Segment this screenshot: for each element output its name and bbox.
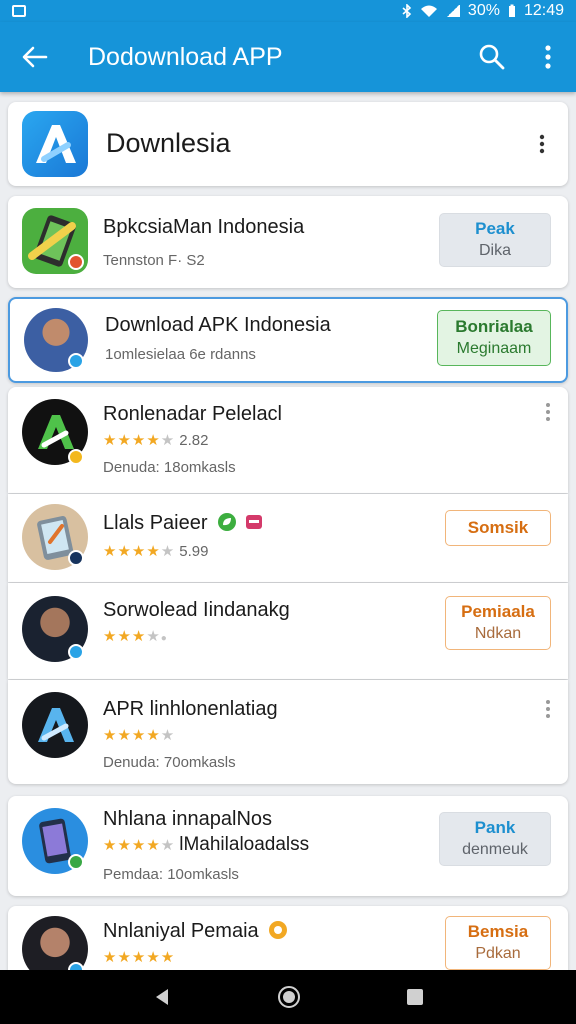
signal-icon <box>445 5 460 17</box>
rating-stars: ★★★★★ <box>103 949 176 966</box>
app-more-button[interactable] <box>536 694 560 724</box>
app-name: Llals Paieer <box>103 512 263 535</box>
app-card[interactable]: Nnlaniyal Pemaia ★★★★★ Bemsia Pdkan <box>8 906 568 982</box>
app-action-button[interactable]: Bemsia Pdkan <box>445 916 551 970</box>
app-subtitle: 1omlesielaa 6e rdanns <box>105 346 256 363</box>
app-card[interactable]: Nhlana innapalNos ★★★★★ lMahilaloadalss P… <box>8 796 568 896</box>
app-card[interactable]: BpkcsiaMan Indonesia Tennston F· S2 Peak… <box>8 196 568 288</box>
clock: 12:49 <box>523 2 564 19</box>
image-notification-icon <box>12 5 26 17</box>
app-action-button[interactable]: Pank denmeuk <box>439 812 551 866</box>
app-name: Nhlana innapalNos <box>103 808 273 830</box>
more-vert-icon <box>546 403 550 421</box>
featured-app-name: Downlesia <box>106 128 231 158</box>
rating-value: lMahilaloadalss <box>179 834 310 855</box>
more-vert-icon <box>545 45 551 69</box>
coin-badge-icon <box>269 921 288 939</box>
rating-value: 2.82 <box>179 432 209 449</box>
app-action-label: Pank <box>474 818 516 837</box>
status-bar: 30% 12:49 <box>0 0 576 22</box>
app-subtitle: Tennston F· S2 <box>103 252 205 269</box>
back-button[interactable] <box>0 22 70 92</box>
app-name: Nnlaniyal Pemaia <box>103 920 288 943</box>
app-more-button[interactable] <box>536 397 560 427</box>
app-name: Download APK Indonesia <box>105 314 331 336</box>
battery-icon <box>508 4 515 17</box>
overflow-menu-button[interactable] <box>520 22 576 92</box>
app-name: Ronlenadar Pelelacl <box>103 403 283 425</box>
app-card[interactable]: Llals Paieer ★★★★★ 5.99 Somsik <box>8 494 568 582</box>
featured-app-card[interactable]: Downlesia <box>8 102 568 186</box>
wifi-icon <box>420 5 437 17</box>
nav-home-icon[interactable] <box>277 985 301 1009</box>
verified-badge-icon <box>68 644 84 660</box>
app-subtitle: Denuda: 18omkasls <box>103 459 236 476</box>
apr-app-icon <box>22 692 88 758</box>
app-bar-title: Dodownload APP <box>88 42 283 71</box>
app-action-sublabel: Ndkan <box>474 625 522 642</box>
app-name: APR linhlonenlatiag <box>103 698 278 720</box>
app-action-label: Pemiaala <box>461 602 535 621</box>
app-action-button[interactable]: Bonrialaa Meginaam <box>437 310 551 366</box>
app-card[interactable]: APR linhlonenlatiag ★★★★★ Denuda: 70omka… <box>8 680 568 784</box>
app-action-button[interactable]: Somsik <box>445 510 551 546</box>
system-navigation-bar <box>0 970 576 1024</box>
leaf-badge-icon <box>218 513 237 531</box>
downlesia-app-icon <box>22 111 88 177</box>
status-badge-icon <box>68 449 84 465</box>
arrow-left-icon <box>22 46 48 68</box>
rating-stars: ★★★★★ lMahilaloadalss <box>103 834 310 855</box>
rating-stars: ★★★★★ 2.82 <box>103 432 209 449</box>
app-card[interactable]: Ronlenadar Pelelacl ★★★★★ 2.82 Denuda: 18… <box>8 387 568 493</box>
app-subtitle: Denuda: 70omkasls <box>103 754 236 771</box>
app-action-sublabel: Dika <box>478 242 511 259</box>
app-action-label: Peak <box>475 219 515 238</box>
featured-more-button[interactable] <box>530 129 554 159</box>
nav-back-icon[interactable] <box>152 987 172 1007</box>
app-action-label: Somsik <box>467 518 529 537</box>
rating-stars: ★★★★★ <box>103 727 176 744</box>
search-icon <box>479 44 505 70</box>
app-action-button[interactable]: Pemiaala Ndkan <box>445 596 551 650</box>
verified-badge-icon <box>68 353 84 369</box>
app-card[interactable]: Download APK Indonesia 1omlesielaa 6e rd… <box>8 297 568 383</box>
more-vert-icon <box>546 700 550 718</box>
app-subtitle: Pemdaa: 10omkasls <box>103 866 239 883</box>
rating-stars: ★★★★● <box>103 628 168 645</box>
app-action-button[interactable]: Peak Dika <box>439 213 551 267</box>
gift-badge-icon <box>245 515 262 529</box>
app-action-sublabel: denmeuk <box>462 841 528 858</box>
verified-badge-icon <box>68 854 84 870</box>
app-action-sublabel: Pdkan <box>475 945 521 962</box>
more-vert-icon <box>539 134 545 154</box>
app-action-label: Bonrialaa <box>455 317 533 336</box>
shield-badge-icon <box>68 254 84 270</box>
app-bar: Dodownload APP <box>0 22 576 92</box>
nav-recents-icon[interactable] <box>406 988 424 1006</box>
search-button[interactable] <box>464 22 520 92</box>
bluetooth-icon <box>402 4 412 18</box>
app-name: Sorwolead Iindanakg <box>103 599 290 621</box>
app-action-label: Bemsia <box>467 922 529 941</box>
app-name: BpkcsiaMan Indonesia <box>103 216 305 238</box>
verified-badge-icon <box>68 550 84 566</box>
rating-stars: ★★★★★ 5.99 <box>103 543 209 560</box>
app-card[interactable]: Sorwolead Iindanakg ★★★★● Pemiaala Ndkan <box>8 583 568 679</box>
rating-value: 5.99 <box>179 543 209 560</box>
app-action-sublabel: Meginaam <box>456 340 532 357</box>
battery-percent: 30% <box>467 2 500 19</box>
